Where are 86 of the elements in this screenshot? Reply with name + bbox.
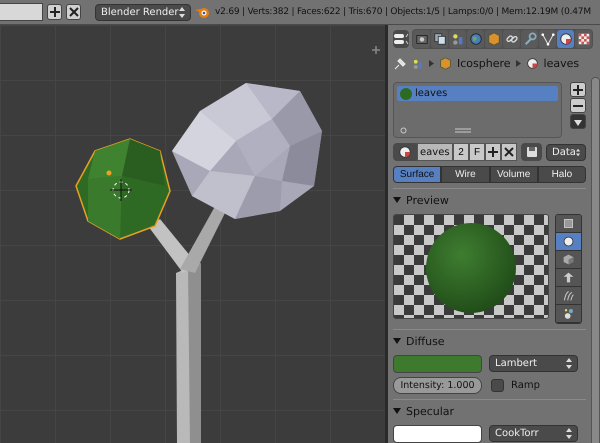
material-sphere-icon [526,57,539,70]
collapse-triangle-icon[interactable] [393,337,401,345]
add-slot-button[interactable] [570,82,586,98]
breadcrumb-item[interactable]: Icosphere [457,57,511,70]
material-browse-button[interactable] [393,143,417,162]
globe-icon [468,32,482,46]
material-sphere-icon [398,145,412,160]
material-type-tab[interactable]: Wire [441,166,490,183]
material-slot-name: leaves [415,88,448,100]
properties-tab[interactable] [539,30,556,48]
intensity-field[interactable]: Intensity: 1.000 [393,377,482,394]
close-icon [504,147,514,158]
scrollbar[interactable] [590,77,600,443]
camera-icon [414,32,428,46]
material-type-tab[interactable]: Surface [393,166,442,183]
cube-icon [439,57,452,70]
properties-tab[interactable] [575,30,592,48]
ramp-label: Ramp [511,380,540,391]
preview-shape-button[interactable] [556,215,581,233]
material-type-tab[interactable]: Volume [490,166,538,183]
vertex-triangle-icon [540,32,554,46]
scene-stats: v2.69 | Verts:382 | Faces:622 | Tris:670 | Objects:1/5 | Lamps:0/0 | Mem:12.19M (0.47M [215,7,591,17]
material-type-tab[interactable]: Halo [538,166,586,183]
close-icon [68,6,80,18]
properties-tab[interactable] [467,30,484,48]
checker-icon [576,32,590,46]
caret-icon [574,118,582,126]
panel-title[interactable]: Preview [406,194,449,206]
breadcrumb-arrow-icon [429,60,434,68]
search-field[interactable] [0,3,43,21]
context-toggle-icon[interactable] [393,30,409,48]
new-material-button[interactable] [485,143,501,162]
material-name-field[interactable]: eaves [417,143,453,162]
properties-tab[interactable] [431,30,448,48]
resize-grip-icon[interactable] [455,128,471,134]
updown-arrows-icon [566,428,572,439]
material-sphere-icon [558,32,572,46]
unlink-button[interactable] [501,143,517,162]
breadcrumb-arrow-icon [516,60,521,68]
wrench-icon [522,32,536,46]
link-dropdown[interactable]: Data [546,144,586,161]
fake-user-button[interactable]: F [469,143,485,162]
save-material-icon[interactable] [521,143,542,162]
updown-arrows-icon [566,358,572,369]
panel-title[interactable]: Diffuse [406,334,445,348]
material-slot[interactable]: leaves [397,86,558,102]
diffuse-shader-dropdown[interactable]: Lambert [489,355,578,372]
filter-icon[interactable] [400,127,407,134]
users-count-button[interactable]: 2 [453,143,469,162]
add-button[interactable] [47,4,62,20]
diffuse-color-swatch[interactable] [393,355,482,373]
plus-icon [573,84,583,95]
square-icon [562,217,575,230]
plus-icon [488,147,498,158]
cube-icon [562,253,575,266]
scene-icon [450,32,464,46]
close-button[interactable] [66,4,81,20]
plus-icon [48,6,60,18]
properties-tab[interactable] [503,30,520,48]
blender-logo-icon [195,5,211,19]
spheres-icon [562,307,575,320]
preview-shape-button[interactable] [556,305,581,323]
cube-icon [486,32,500,46]
properties-tab[interactable] [449,30,466,48]
remove-slot-button[interactable] [570,98,586,114]
collapse-triangle-icon[interactable] [393,407,401,415]
slot-menu-button[interactable] [570,114,586,130]
breadcrumb-item[interactable]: leaves [544,57,580,70]
preview-shape-button[interactable] [556,251,581,269]
updown-arrows-icon [576,146,580,158]
hair-strands-icon [562,289,575,302]
preview-shape-button[interactable] [556,233,581,251]
properties-tab[interactable] [557,30,574,48]
render-engine-dropdown[interactable]: Blender Render [95,4,191,20]
add-icon[interactable] [371,45,381,55]
ramp-checkbox[interactable] [491,379,504,392]
layers-icon [432,32,446,46]
updown-arrows-icon [179,6,185,18]
properties-tab[interactable] [413,30,430,48]
specular-color-swatch[interactable] [393,425,482,443]
collapse-triangle-icon[interactable] [393,196,401,204]
sphere-icon [562,235,575,248]
panel-title[interactable]: Specular [406,404,454,418]
specular-shader-dropdown[interactable]: CookTorr [489,425,578,442]
preview-shape-button[interactable] [556,287,581,305]
preview-shape-button[interactable] [556,269,581,287]
